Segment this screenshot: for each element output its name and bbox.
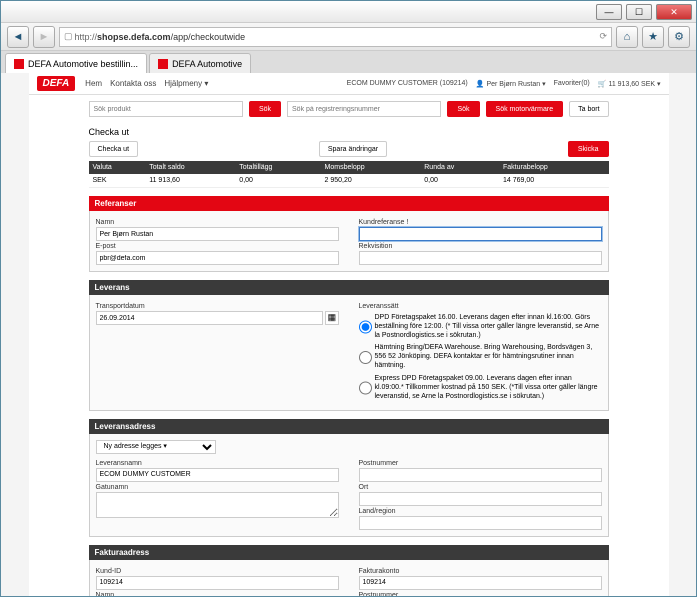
invoice-account-field[interactable] <box>359 576 602 590</box>
deliverymode-label: Leveranssätt <box>359 303 602 310</box>
address-select[interactable]: Ny adresse legges ▾ <box>96 440 216 454</box>
back-button[interactable]: ◄ <box>7 26 29 48</box>
globe-icon: ▢ <box>64 31 73 42</box>
city-field[interactable] <box>359 492 602 506</box>
regnr-search-input[interactable] <box>287 101 441 117</box>
table-row: SEK11 913,600,00 2 950,200,0014 769,00 <box>89 174 609 188</box>
regnr-search-button[interactable]: Sök <box>447 101 479 117</box>
transportdate-field[interactable] <box>96 311 324 325</box>
menu-contact[interactable]: Kontakta oss <box>110 79 156 88</box>
search-row: Sök Sök Sök motorvärmare Ta bort <box>29 95 669 123</box>
rekvisition-label: Rekvisition <box>359 243 602 250</box>
tab-strip: DEFA Automotive bestillin... DEFA Automo… <box>1 51 696 73</box>
window-titlebar: — ☐ ✕ <box>1 1 696 23</box>
favorites-button[interactable]: ★ <box>642 26 664 48</box>
postcode-field[interactable] <box>359 468 602 482</box>
product-search-input[interactable] <box>89 101 243 117</box>
page-viewport: DEFA Hem Kontakta oss Hjälpmeny ▾ ECOM D… <box>1 73 696 597</box>
invoice-address-header: Fakturaadress <box>89 545 609 560</box>
delivery-header: Leverans <box>89 280 609 295</box>
favicon-icon <box>14 59 24 69</box>
checkout-button[interactable]: Checka ut <box>89 141 139 157</box>
submit-button[interactable]: Skicka <box>568 141 609 157</box>
delivery-option-2[interactable] <box>359 344 372 370</box>
product-search-button[interactable]: Sök <box>249 101 281 117</box>
window-close-button[interactable]: ✕ <box>656 4 692 20</box>
cart-button[interactable]: 🛒 11 913,60 SEK ▾ <box>598 80 661 88</box>
name-field[interactable] <box>96 227 339 241</box>
name-label: Namn <box>96 219 339 226</box>
tab-inactive[interactable]: DEFA Automotive <box>149 53 251 73</box>
menu-help[interactable]: Hjälpmeny ▾ <box>164 79 208 88</box>
refresh-icon[interactable]: ⟳ <box>599 31 607 42</box>
email-field[interactable] <box>96 251 339 265</box>
rekvisition-field[interactable] <box>359 251 602 265</box>
delivery-option-1[interactable] <box>359 314 372 340</box>
tab-active[interactable]: DEFA Automotive bestillin... <box>5 53 147 73</box>
country-field[interactable] <box>359 516 602 530</box>
delivery-option-3[interactable] <box>359 375 372 401</box>
favicon-icon <box>158 59 168 69</box>
customer-label: ECOM DUMMY CUSTOMER (109214) <box>347 80 468 87</box>
tools-button[interactable]: ⚙ <box>668 26 690 48</box>
favorites-link[interactable]: Favoriter(0) <box>554 80 590 87</box>
browser-window: — ☐ ✕ ◄ ► ▢ http://shopse.defa.com/app/c… <box>0 0 697 597</box>
delivery-name-field[interactable] <box>96 468 339 482</box>
motor-search-button[interactable]: Sök motorvärmare <box>486 101 564 117</box>
user-menu[interactable]: 👤 Per Bjørn Rustan ▾ <box>476 80 546 88</box>
window-maximize-button[interactable]: ☐ <box>626 4 652 20</box>
kundref-label: Kundreferanse ! <box>359 219 602 226</box>
totals-table: Valuta Totalt saldo Totaltillägg Momsbel… <box>89 161 609 188</box>
home-button[interactable]: ⌂ <box>616 26 638 48</box>
page-title: Checka ut <box>89 127 609 137</box>
customer-id-field[interactable] <box>96 576 339 590</box>
kundref-field[interactable] <box>359 227 602 241</box>
logo[interactable]: DEFA <box>37 76 76 91</box>
calendar-icon[interactable]: ▦ <box>325 311 338 325</box>
forward-button[interactable]: ► <box>33 26 55 48</box>
window-minimize-button[interactable]: — <box>596 4 622 20</box>
menu-home[interactable]: Hem <box>85 79 102 88</box>
transportdate-label: Transportdatum <box>96 303 339 310</box>
browser-toolbar: ◄ ► ▢ http://shopse.defa.com/app/checkou… <box>1 23 696 51</box>
delivery-address-header: Leveransadress <box>89 419 609 434</box>
page-content: DEFA Hem Kontakta oss Hjälpmeny ▾ ECOM D… <box>29 73 669 597</box>
address-bar[interactable]: ▢ http://shopse.defa.com/app/checkoutwid… <box>59 27 612 47</box>
references-header: Referanser <box>89 196 609 211</box>
email-label: E-post <box>96 243 339 250</box>
top-menu: Hem Kontakta oss Hjälpmeny ▾ <box>85 79 208 88</box>
site-header: DEFA Hem Kontakta oss Hjälpmeny ▾ ECOM D… <box>29 73 669 95</box>
clear-button[interactable]: Ta bort <box>569 101 608 117</box>
street-field[interactable] <box>96 492 339 518</box>
save-changes-button[interactable]: Spara ändringar <box>319 141 387 157</box>
